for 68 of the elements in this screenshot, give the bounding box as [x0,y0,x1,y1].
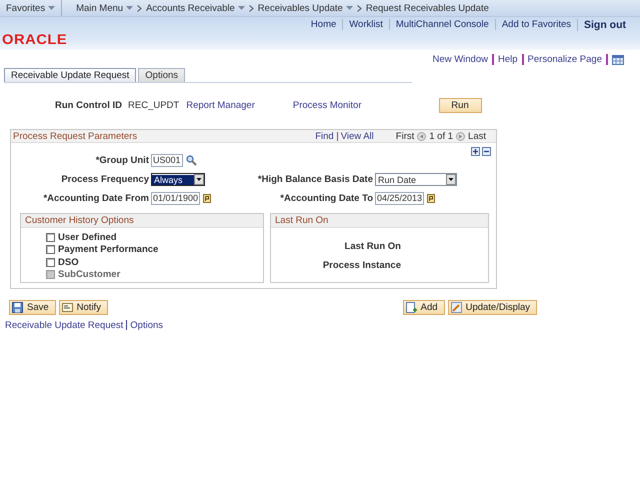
group-title: Process Request Parameters [13,130,138,142]
notify-button[interactable]: Notify [58,300,108,315]
group-title: Customer History Options [21,214,263,228]
link[interactable]: Process Monitor [292,100,362,110]
header-link[interactable]: Add to Favorites [494,19,577,30]
field-label: *Accounting Date To [279,193,374,204]
add-icon [406,302,417,313]
header-link[interactable]: MultiChannel Console [388,19,495,30]
checkbox[interactable] [46,258,55,267]
favorites-menu[interactable]: Favorites [6,2,46,14]
sign-out-link[interactable]: Sign out [577,18,632,30]
dropdown-value: Run Date [377,174,418,184]
delete-row-icon [482,147,491,156]
calendar-icon [427,194,436,203]
chevron-icon [137,4,142,12]
page-link[interactable]: Personalize Page [528,54,602,65]
checkbox-label: DSO [58,256,79,268]
run-button[interactable]: Run [438,98,482,112]
checkbox-label: User Defined [58,232,117,243]
search-icon [186,155,197,166]
calendar-icon [203,194,212,203]
field-label: Run Control ID [55,100,122,110]
header-link[interactable]: Worklist [342,19,389,30]
checkbox[interactable] [46,245,55,254]
page-link[interactable]: Help [498,54,518,65]
group-title: Last Run On [271,214,488,228]
input-field[interactable]: 04/25/2013 [375,192,424,205]
add-row-icon [471,147,480,156]
breadcrumb-item[interactable]: Main Menu [76,2,124,14]
checkbox-label: SubCustomer [58,269,120,280]
dropdown-value: Always [152,174,194,184]
oracle-logo: ORACLE [2,31,68,47]
add-button[interactable]: Add [402,300,445,315]
field-label: Process Frequency [60,174,150,185]
field-label: *Accounting Date From [42,193,150,204]
pencil-icon [450,302,462,313]
field-value: REC_UPDT [128,100,180,110]
row-count: 1 of 1 [429,130,454,142]
update-display-button[interactable]: Update/Display [448,300,537,315]
link[interactable]: View All [340,130,374,142]
field-label: *High Balance Basis Date [256,174,374,185]
link[interactable]: Receivable Update Request [5,320,124,331]
tab[interactable]: Options [138,68,186,82]
field-label: Process Instance [322,260,402,271]
input-field[interactable]: US001 [151,154,183,167]
link[interactable]: Options [130,320,164,331]
calendar-grid-icon [612,54,624,64]
breadcrumb-item[interactable]: Accounts Receivable [146,2,235,14]
chevron-icon [248,4,254,12]
breadcrumb-item[interactable]: Receivables Update [258,2,343,14]
dropdown[interactable]: Always [151,173,205,186]
breadcrumb-item[interactable]: Request Receivables Update [366,2,489,14]
input-field[interactable]: 01/01/1900 [151,192,200,205]
chevron-icon [356,4,362,12]
header-link[interactable]: Home [304,19,342,30]
page-link[interactable]: New Window [432,54,488,65]
link[interactable]: Find [315,130,334,142]
checkbox-label: Payment Performance [58,244,158,256]
save-icon [12,302,23,313]
navigation-label: First [396,130,414,142]
save-button[interactable]: Save [9,300,56,315]
field-label: *Group Unit [94,155,150,166]
checkbox[interactable] [46,232,55,242]
field-label: Last Run On [344,241,402,252]
navigation-label: Last [468,130,486,142]
tab[interactable]: Receivable Update Request [4,68,136,82]
link[interactable]: Report Manager [186,100,255,110]
dropdown[interactable]: Run Date [375,173,457,186]
